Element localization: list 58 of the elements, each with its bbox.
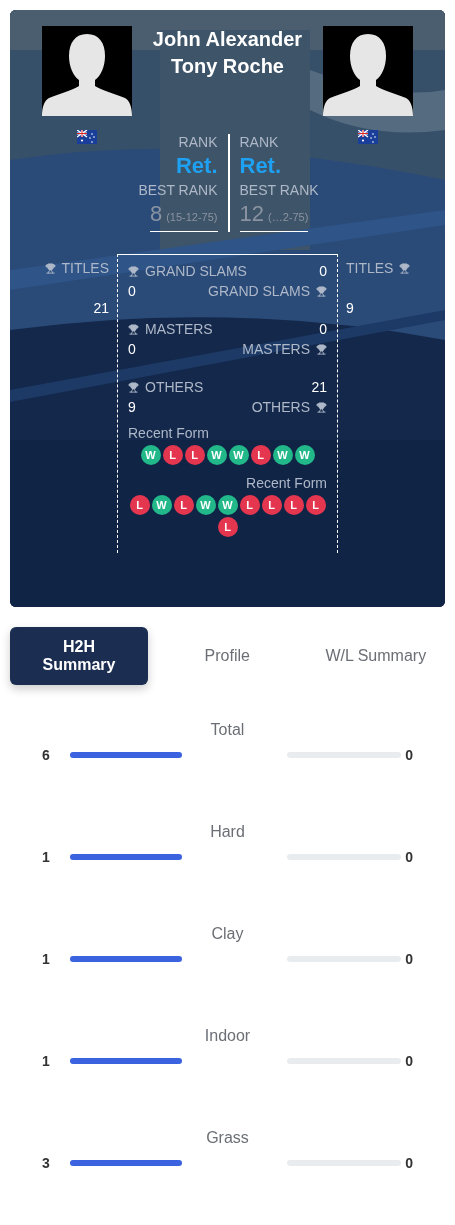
category-value: 21 (311, 379, 327, 395)
category-label: OTHERS (251, 399, 327, 415)
win-count: 0 (405, 849, 414, 865)
win-count: 1 (41, 849, 50, 865)
player-name: Tony Roche (171, 55, 284, 78)
titles-label: TITLES (346, 260, 411, 276)
trophy-icon (316, 285, 327, 297)
trophy-icon (128, 265, 139, 277)
trophy-icon (316, 343, 327, 355)
category-value: 0 (128, 283, 136, 299)
trophy-icon (128, 323, 139, 335)
category-value: 0 (128, 341, 136, 357)
tab[interactable]: W/L Summary (306, 627, 445, 685)
win-count: 0 (405, 1053, 414, 1069)
surface-label: Total (210, 721, 245, 739)
flag-icon (358, 130, 378, 144)
trophy-icon (316, 401, 327, 413)
rank-value: Ret. (175, 153, 218, 179)
best-rank-value: 12 (239, 201, 264, 227)
category-label: GRAND SLAMS (208, 283, 327, 299)
best-rank-date: (…2-75) (268, 211, 309, 223)
surface-label: Indoor (204, 1027, 251, 1045)
rank-value: Ret. (239, 153, 282, 179)
category-label: GRAND SLAMS (128, 263, 247, 279)
win-count: 0 (405, 1155, 414, 1171)
recent-form-label: Recent Form (128, 425, 209, 441)
category-value: 9 (128, 399, 136, 415)
best-rank-date: (15-12-75) (166, 211, 218, 223)
category-label: OTHERS (128, 379, 204, 395)
titles-value: 9 (346, 300, 354, 316)
best-rank-label: BEST RANK (138, 182, 218, 198)
tab[interactable]: H2H Summary (10, 627, 148, 685)
win-count: 0 (405, 951, 414, 967)
category-value: 0 (319, 321, 327, 337)
titles-value: 21 (93, 300, 109, 316)
surface-label: Grass (206, 1129, 249, 1147)
surface-label: Clay (211, 925, 244, 943)
surface-label: Hard (210, 823, 245, 841)
win-count: 1 (41, 1053, 50, 1069)
best-rank-label: BEST RANK (239, 182, 319, 198)
flag-icon (77, 130, 97, 144)
win-count: 0 (405, 747, 414, 763)
rank-label: RANK (178, 134, 218, 150)
recent-form-label: Recent Form (246, 475, 327, 491)
tab[interactable]: Profile (158, 627, 297, 685)
trophy-icon (399, 262, 411, 274)
win-count: 6 (41, 747, 50, 763)
win-count: 1 (41, 951, 50, 967)
category-label: MASTERS (242, 341, 327, 357)
category-value: 0 (319, 263, 327, 279)
rank-label: RANK (239, 134, 279, 150)
category-label: MASTERS (128, 321, 213, 337)
player-name: John Alexander (152, 28, 303, 51)
best-rank-value: 8 (149, 201, 163, 227)
win-count: 3 (41, 1155, 50, 1171)
trophy-icon (44, 262, 56, 274)
trophy-icon (128, 381, 139, 393)
titles-label: TITLES (44, 260, 109, 276)
